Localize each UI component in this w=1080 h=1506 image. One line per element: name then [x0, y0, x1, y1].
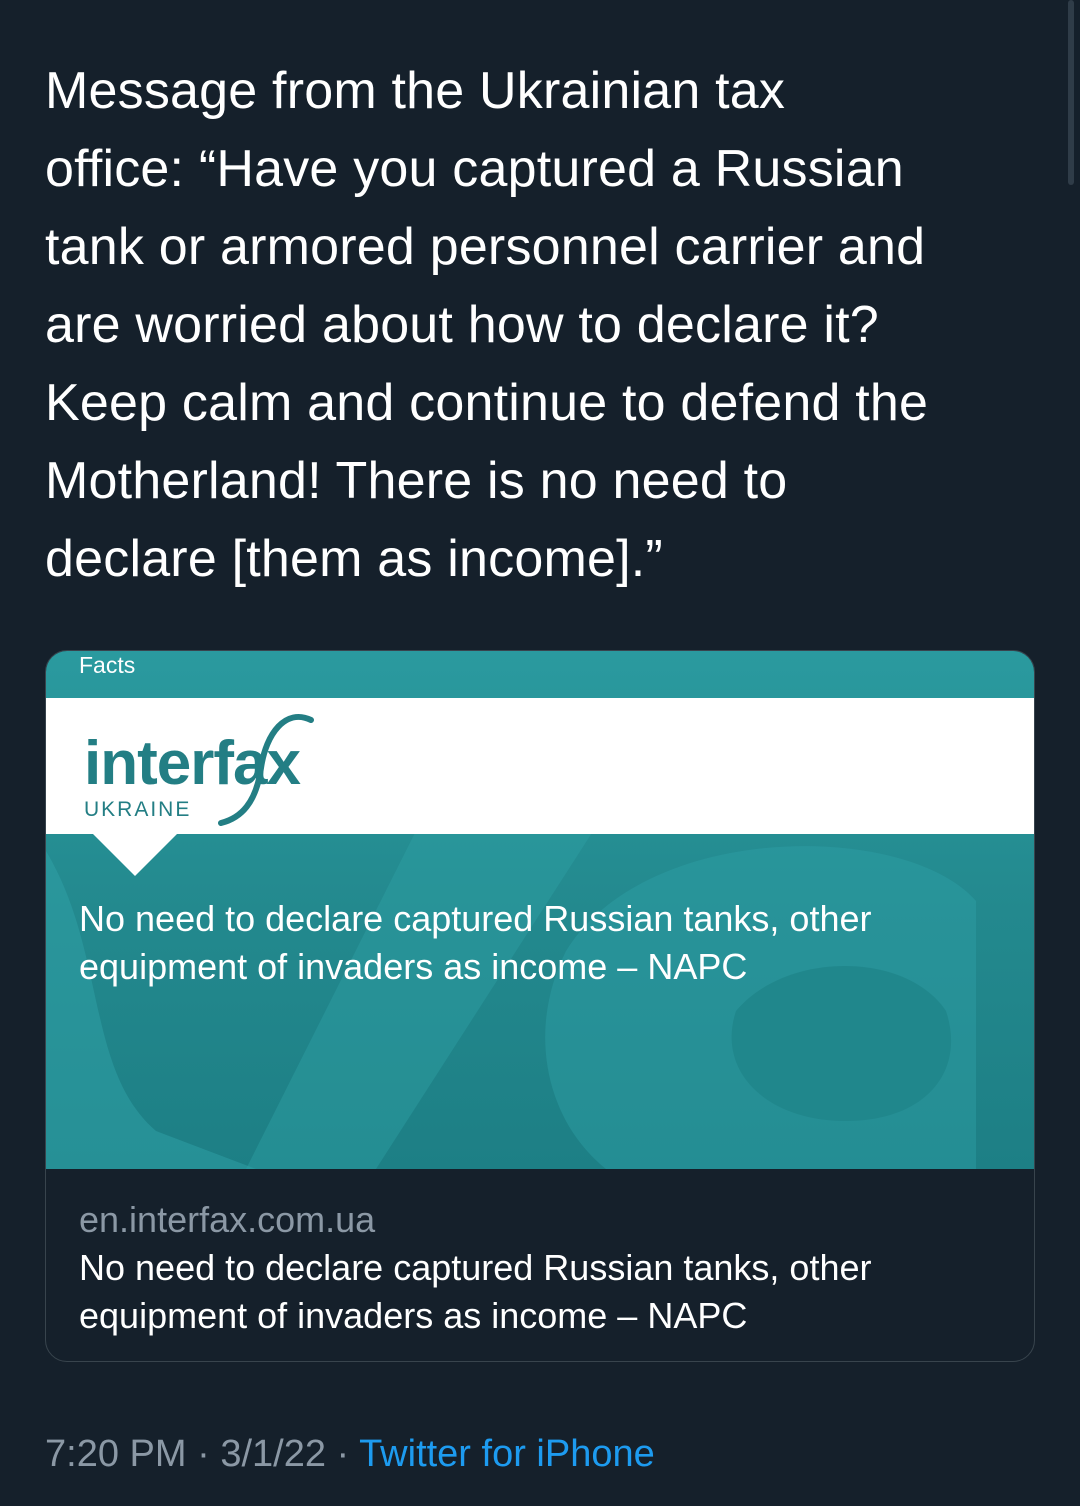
tweet-date[interactable]: 3/1/22 [220, 1433, 326, 1475]
card-title: No need to declare captured Russian tank… [79, 1247, 872, 1336]
card-domain: en.interfax.com.ua [79, 1199, 376, 1240]
link-preview-card[interactable]: Facts interfax UKRAINE No need to declar… [45, 650, 1035, 1362]
image-headline: No need to declare captured Russian tank… [79, 898, 872, 987]
card-meta: en.interfax.com.ua No need to declare ca… [79, 1196, 1009, 1340]
meta-separator-2: · [336, 1433, 350, 1475]
logo-pointer [92, 833, 178, 876]
scrollbar[interactable] [1068, 0, 1074, 185]
logo-subtitle: UKRAINE [84, 798, 192, 821]
logo-band: interfax UKRAINE [46, 698, 1034, 834]
tweet-meta: 7:20 PM · 3/1/22 · Twitter for iPhone [45, 1428, 655, 1480]
facts-label: Facts [79, 652, 136, 678]
card-image: Facts interfax UKRAINE No need to declar… [46, 651, 1034, 1169]
meta-separator: · [197, 1433, 210, 1475]
logo-swoosh-icon [218, 714, 314, 826]
tweet-source-link[interactable]: Twitter for iPhone [359, 1433, 655, 1475]
tweet-time[interactable]: 7:20 PM [45, 1433, 187, 1475]
tweet-text: Message from the Ukrainian tax office: “… [45, 62, 929, 588]
